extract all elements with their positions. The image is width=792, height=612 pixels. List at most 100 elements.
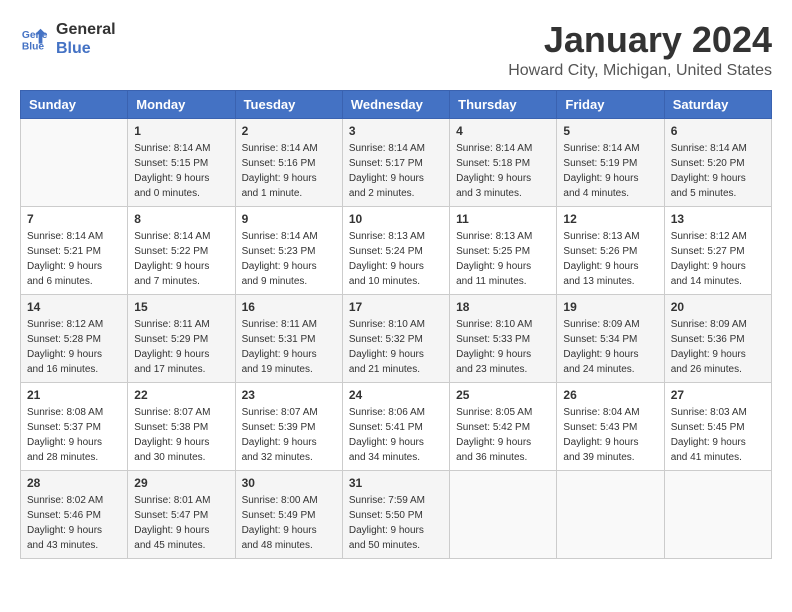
svg-text:General: General [22,30,48,41]
month-title: January 2024 [508,20,772,60]
day-number: 14 [27,300,121,314]
day-number: 30 [242,476,336,490]
day-number: 6 [671,124,765,138]
day-number: 19 [563,300,657,314]
cell-content: Sunrise: 8:11 AMSunset: 5:31 PMDaylight:… [242,317,336,377]
calendar-cell: 26Sunrise: 8:04 AMSunset: 5:43 PMDayligh… [557,382,664,470]
calendar-cell: 8 Sunrise: 8:14 AMSunset: 5:22 PMDaylight… [128,206,235,294]
calendar-cell: 11 Sunrise: 8:13 AMSunset: 5:25 PMDayligh… [450,206,557,294]
calendar-cell: 1 Sunrise: 8:14 AMSunset: 5:15 PMDaylight… [128,118,235,206]
calendar-cell: 29 Sunrise: 8:01 AMSunset: 5:47 PMDayligh… [128,470,235,558]
day-number: 29 [134,476,228,490]
calendar-cell [664,470,771,558]
day-number: 10 [349,212,443,226]
cell-content: Sunrise: 8:07 AMSunset: 5:38 PMDaylight:… [134,405,228,465]
day-number: 25 [456,388,550,402]
calendar-cell: 14 Sunrise: 8:12 AMSunset: 5:28 PMDayligh… [21,294,128,382]
calendar-cell: 9Sunrise: 8:14 AMSunset: 5:23 PMDaylight… [235,206,342,294]
cell-content: Sunrise: 8:03 AMSunset: 5:45 PMDaylight:… [671,405,765,465]
cell-content: Sunrise: 8:10 AMSunset: 5:32 PMDaylight:… [349,317,443,377]
calendar-table: SundayMondayTuesdayWednesdayThursdayFrid… [20,90,772,559]
calendar-cell [21,118,128,206]
calendar-cell: 25 Sunrise: 8:05 AMSunset: 5:42 PMDayligh… [450,382,557,470]
day-number: 4 [456,124,550,138]
weekday-header: Wednesday [342,90,449,118]
calendar-cell: 16Sunrise: 8:11 AMSunset: 5:31 PMDayligh… [235,294,342,382]
cell-content: Sunrise: 8:01 AMSunset: 5:47 PMDaylight:… [134,493,228,553]
calendar-cell: 30Sunrise: 8:00 AMSunset: 5:49 PMDayligh… [235,470,342,558]
day-number: 17 [349,300,443,314]
cell-content: Sunrise: 8:14 AMSunset: 5:21 PMDaylight:… [27,229,121,289]
logo: General Blue General Blue [20,20,116,58]
day-number: 18 [456,300,550,314]
day-number: 5 [563,124,657,138]
day-number: 11 [456,212,550,226]
day-number: 1 [134,124,228,138]
day-number: 24 [349,388,443,402]
day-number: 20 [671,300,765,314]
day-number: 27 [671,388,765,402]
calendar-cell [450,470,557,558]
cell-content: Sunrise: 8:02 AMSunset: 5:46 PMDaylight:… [27,493,121,553]
weekday-header: Friday [557,90,664,118]
logo-blue: Blue [56,39,116,58]
weekday-header: Sunday [21,90,128,118]
cell-content: Sunrise: 8:14 AMSunset: 5:16 PMDaylight:… [242,141,336,201]
cell-content: Sunrise: 8:14 AMSunset: 5:19 PMDaylight:… [563,141,657,201]
calendar-cell: 10 Sunrise: 8:13 AMSunset: 5:24 PMDayligh… [342,206,449,294]
cell-content: Sunrise: 8:13 AMSunset: 5:24 PMDaylight:… [349,229,443,289]
day-number: 22 [134,388,228,402]
cell-content: Sunrise: 8:09 AMSunset: 5:36 PMDaylight:… [671,317,765,377]
cell-content: Sunrise: 8:14 AMSunset: 5:17 PMDaylight:… [349,141,443,201]
cell-content: Sunrise: 7:59 AMSunset: 5:50 PMDaylight:… [349,493,443,553]
cell-content: Sunrise: 8:07 AMSunset: 5:39 PMDaylight:… [242,405,336,465]
calendar-cell: 5 Sunrise: 8:14 AMSunset: 5:19 PMDaylight… [557,118,664,206]
calendar-cell: 22 Sunrise: 8:07 AMSunset: 5:38 PMDayligh… [128,382,235,470]
cell-content: Sunrise: 8:10 AMSunset: 5:33 PMDaylight:… [456,317,550,377]
cell-content: Sunrise: 8:14 AMSunset: 5:22 PMDaylight:… [134,229,228,289]
calendar-cell: 23 Sunrise: 8:07 AMSunset: 5:39 PMDayligh… [235,382,342,470]
cell-content: Sunrise: 8:14 AMSunset: 5:18 PMDaylight:… [456,141,550,201]
calendar-cell: 31 Sunrise: 7:59 AMSunset: 5:50 PMDayligh… [342,470,449,558]
logo-general: General [56,20,116,39]
cell-content: Sunrise: 8:14 AMSunset: 5:15 PMDaylight:… [134,141,228,201]
cell-content: Sunrise: 8:12 AMSunset: 5:28 PMDaylight:… [27,317,121,377]
cell-content: Sunrise: 8:14 AMSunset: 5:20 PMDaylight:… [671,141,765,201]
day-number: 21 [27,388,121,402]
calendar-cell: 6 Sunrise: 8:14 AMSunset: 5:20 PMDaylight… [664,118,771,206]
cell-content: Sunrise: 8:04 AMSunset: 5:43 PMDaylight:… [563,405,657,465]
location-title: Howard City, Michigan, United States [508,62,772,80]
calendar-cell: 19Sunrise: 8:09 AMSunset: 5:34 PMDayligh… [557,294,664,382]
calendar-cell: 12Sunrise: 8:13 AMSunset: 5:26 PMDayligh… [557,206,664,294]
day-number: 12 [563,212,657,226]
calendar-cell: 21 Sunrise: 8:08 AMSunset: 5:37 PMDayligh… [21,382,128,470]
cell-content: Sunrise: 8:14 AMSunset: 5:23 PMDaylight:… [242,229,336,289]
cell-content: Sunrise: 8:11 AMSunset: 5:29 PMDaylight:… [134,317,228,377]
calendar-cell: 2 Sunrise: 8:14 AMSunset: 5:16 PMDaylight… [235,118,342,206]
cell-content: Sunrise: 8:08 AMSunset: 5:37 PMDaylight:… [27,405,121,465]
calendar-cell: 28Sunrise: 8:02 AMSunset: 5:46 PMDayligh… [21,470,128,558]
day-number: 31 [349,476,443,490]
day-number: 2 [242,124,336,138]
day-number: 13 [671,212,765,226]
title-block: January 2024 Howard City, Michigan, Unit… [508,20,772,80]
calendar-cell: 15 Sunrise: 8:11 AMSunset: 5:29 PMDayligh… [128,294,235,382]
calendar-cell: 27 Sunrise: 8:03 AMSunset: 5:45 PMDayligh… [664,382,771,470]
calendar-cell: 7 Sunrise: 8:14 AMSunset: 5:21 PMDaylight… [21,206,128,294]
page-header: General Blue General Blue January 2024 H… [20,20,772,80]
calendar-cell: 4 Sunrise: 8:14 AMSunset: 5:18 PMDaylight… [450,118,557,206]
calendar-cell: 24 Sunrise: 8:06 AMSunset: 5:41 PMDayligh… [342,382,449,470]
logo-icon: General Blue [20,25,48,53]
cell-content: Sunrise: 8:12 AMSunset: 5:27 PMDaylight:… [671,229,765,289]
calendar-cell: 13 Sunrise: 8:12 AMSunset: 5:27 PMDayligh… [664,206,771,294]
day-number: 15 [134,300,228,314]
cell-content: Sunrise: 8:05 AMSunset: 5:42 PMDaylight:… [456,405,550,465]
day-number: 7 [27,212,121,226]
cell-content: Sunrise: 8:13 AMSunset: 5:25 PMDaylight:… [456,229,550,289]
calendar-cell: 3Sunrise: 8:14 AMSunset: 5:17 PMDaylight… [342,118,449,206]
day-number: 23 [242,388,336,402]
day-number: 8 [134,212,228,226]
weekday-header: Saturday [664,90,771,118]
cell-content: Sunrise: 8:06 AMSunset: 5:41 PMDaylight:… [349,405,443,465]
weekday-header: Monday [128,90,235,118]
